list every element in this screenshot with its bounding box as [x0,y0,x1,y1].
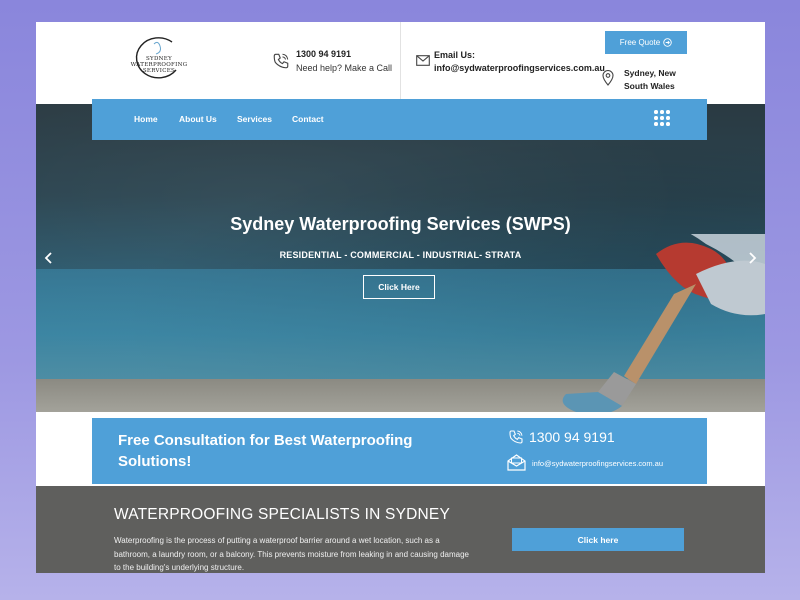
consultation-phone-number[interactable]: 1300 94 9191 [529,429,615,445]
header-phone-caption: Need help? Make a Call [296,63,393,73]
phone-icon [509,430,523,444]
consultation-title: Free Consultation for Best Waterproofing… [118,432,413,470]
hero-subtitle: RESIDENTIAL - COMMERCIAL - INDUSTRIAL- S… [279,250,522,260]
chevron-left-icon[interactable] [44,252,54,264]
phone-icon [273,53,289,69]
logo-text: SYDNEY WATERPROOFING SERVICES [130,56,188,74]
site-logo[interactable]: SYDNEY WATERPROOFING SERVICES [131,36,187,84]
nav-contact[interactable]: Contact [292,114,324,124]
specialists-body: Waterproofing is the process of putting … [114,536,469,572]
grid-dots-icon[interactable] [654,110,670,126]
specialists-title: WATERPROOFING SPECIALISTS IN SYDNEY [114,506,450,523]
paintbrush-image [562,234,765,412]
main-navbar: Home About Us Services Contact [92,99,707,140]
mail-icon [416,55,430,66]
consultation-email-link[interactable]: info@sydwaterproofingservices.com.au [532,459,663,468]
specialists-click-here-button[interactable]: Click here [512,528,684,551]
header-phone-number[interactable]: 1300 94 9191 [296,49,351,59]
arrow-circle-right-icon [663,38,672,47]
specialists-section: WATERPROOFING SPECIALISTS IN SYDNEY Wate… [36,486,765,573]
header-divider [400,22,401,100]
map-pin-icon [602,70,614,86]
hero-click-here-button[interactable]: Click Here [363,275,435,299]
hero-slider: Sydney Waterproofing Services (SWPS) RES… [36,104,765,412]
header-email-label: Email Us: [434,50,476,60]
free-quote-label: Free Quote [619,38,661,47]
site-header: SYDNEY WATERPROOFING SERVICES 1300 94 91… [36,22,765,100]
chevron-right-icon[interactable] [747,252,757,264]
website-page: SYDNEY WATERPROOFING SERVICES 1300 94 91… [36,22,765,573]
header-location: Sydney, New South Wales [624,68,676,91]
mail-open-icon [507,454,526,471]
header-email-link[interactable]: info@sydwaterproofingservices.com.au [434,63,605,73]
nav-services[interactable]: Services [237,114,272,124]
free-quote-button[interactable]: Free Quote [605,31,687,54]
hero-title: Sydney Waterproofing Services (SWPS) [230,214,571,234]
nav-home[interactable]: Home [134,114,158,124]
nav-about-us[interactable]: About Us [179,114,217,124]
consultation-banner: Free Consultation for Best Waterproofing… [92,418,707,484]
